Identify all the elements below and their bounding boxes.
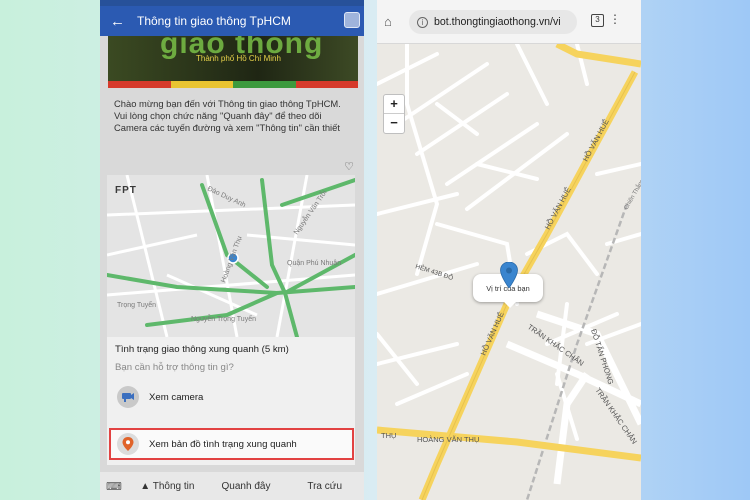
banner-subtitle: Thành phố Hồ Chí Minh xyxy=(196,54,281,63)
map-label: Trọng Tuyển xyxy=(117,301,156,309)
street-label: THỤ xyxy=(381,431,396,440)
zoom-out-button[interactable]: − xyxy=(384,114,404,133)
bot-menu-bar: ⌨ ▲ Thông tin Quanh đây Tra cứu xyxy=(100,472,364,500)
more-menu-icon[interactable]: ⋮ xyxy=(609,12,621,26)
menu-tab-lookup[interactable]: Tra cứu xyxy=(285,481,364,492)
address-bar[interactable]: i bot.thongtingiaothong.vn/vi xyxy=(409,10,577,34)
map-label: Nguyễn Trọng Tuyển xyxy=(191,314,256,323)
keyboard-icon[interactable]: ⌨ xyxy=(100,480,128,493)
browser-toolbar: ⌂ i bot.thongtingiaothong.vn/vi 3 ⋮ xyxy=(377,0,641,44)
browser-screen: ⌂ i bot.thongtingiaothong.vn/vi 3 ⋮ HỒ V… xyxy=(377,0,641,500)
welcome-line-1: Chào mừng bạn đến với Thông tin giao thô… xyxy=(114,98,341,109)
home-icon[interactable]: ⌂ xyxy=(384,14,392,29)
bot-banner: giao thông Thành phố Hồ Chí Minh xyxy=(108,36,358,88)
map-label: Quận Phú Nhuận xyxy=(287,260,341,267)
view-camera-option[interactable]: Xem camera xyxy=(107,380,355,414)
menu-tab-info[interactable]: ▲ Thông tin xyxy=(128,481,207,492)
traffic-card: Đào Duy Anh Hoàng Văn Thụ Nguyễn Văn Trỗ… xyxy=(107,175,355,465)
heart-icon[interactable]: ♡ xyxy=(344,160,354,173)
card-subtitle: Bạn cần hỗ trợ thông tin gì? xyxy=(115,362,234,373)
info-icon[interactable]: i xyxy=(417,16,428,28)
menu-tab-nearby[interactable]: Quanh đây xyxy=(207,481,286,492)
view-map-option[interactable]: Xem bản đồ tình trạng xung quanh xyxy=(109,428,354,460)
traffic-map-thumbnail[interactable]: Đào Duy Anh Hoàng Văn Thụ Nguyễn Văn Trỗ… xyxy=(107,175,355,337)
camera-icon xyxy=(117,386,139,408)
chat-title: Thông tin giao thông TpHCM xyxy=(137,14,291,28)
view-map-label: Xem bản đồ tình trạng xung quanh xyxy=(149,438,297,450)
profile-icon[interactable] xyxy=(344,12,360,28)
card-title: Tình trạng giao thông xung quanh (5 km) xyxy=(115,344,289,355)
street-label: HOÀNG VĂN THỤ xyxy=(417,435,479,444)
map-pin-icon xyxy=(117,433,139,455)
chat-header: ← Thông tin giao thông TpHCM xyxy=(100,6,364,36)
welcome-message: Chào mừng bạn đến với Thông tin giao thô… xyxy=(114,98,354,134)
url-text: bot.thongtingiaothong.vn/vi xyxy=(434,16,561,28)
zoom-control: + − xyxy=(383,94,405,134)
view-camera-label: Xem camera xyxy=(149,391,204,403)
fpt-logo: FPT xyxy=(115,185,137,196)
welcome-line-2: Vui lòng chọn chức năng "Quanh đây" để t… xyxy=(114,110,340,133)
map-pin-icon[interactable] xyxy=(500,261,518,293)
zoom-in-button[interactable]: + xyxy=(384,95,404,114)
tab-switcher-button[interactable]: 3 xyxy=(591,14,604,27)
arrow-left-icon[interactable]: ← xyxy=(110,13,125,30)
